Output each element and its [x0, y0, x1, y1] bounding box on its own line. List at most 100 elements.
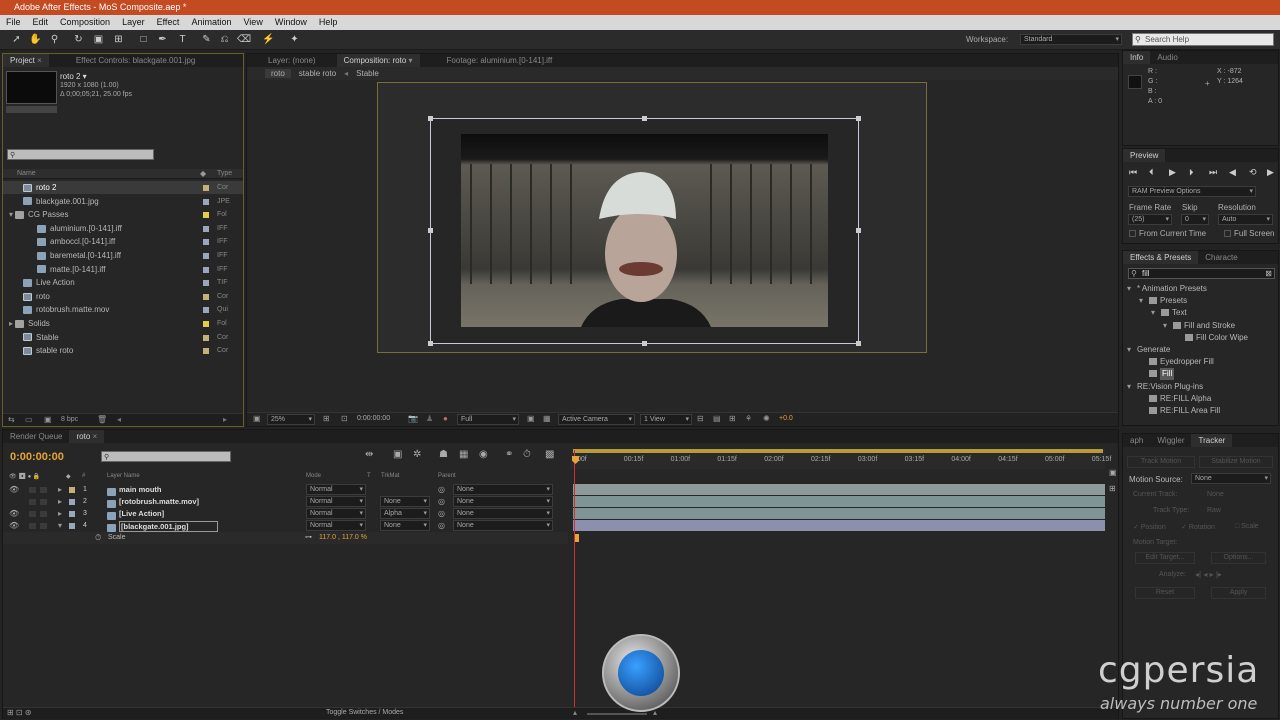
analyze-forward-icon[interactable]: ▸ [1210, 570, 1214, 579]
next-frame-icon[interactable]: ⏵ [1189, 167, 1194, 178]
stabilize-motion-button[interactable]: Stabilize Motion [1199, 456, 1273, 468]
lock-switch[interactable] [40, 523, 47, 529]
transform-handle[interactable] [428, 116, 433, 121]
twirl-icon[interactable]: ▾ [58, 520, 62, 532]
play-icon[interactable]: ▶ [1169, 167, 1176, 178]
camera-select[interactable]: Active Camera [558, 414, 635, 425]
layer-switches-icon[interactable]: ⊞ ⊡ ⊛ [7, 708, 32, 717]
label-tag-icon[interactable]: ◆ [200, 169, 206, 178]
rotation-tool-icon[interactable]: ↻ [72, 33, 85, 46]
puppet-tool-icon[interactable]: ✦ [288, 33, 301, 46]
layer-label-color[interactable] [69, 511, 75, 517]
project-search-input[interactable]: ⚲ [7, 149, 154, 160]
audio-icon[interactable]: ◀ [1229, 167, 1236, 178]
constrain-proportions-icon[interactable]: ⊶ [305, 533, 312, 541]
ram-preview-options[interactable]: RAM Preview Options [1128, 186, 1256, 197]
search-help-input[interactable]: ⚲ Search Help [1132, 33, 1274, 46]
position-checkbox[interactable]: ✓ Position [1133, 523, 1166, 531]
scroll-left-icon[interactable]: ◂ [117, 415, 121, 424]
menu-help[interactable]: Help [313, 15, 344, 30]
project-item[interactable]: matte.[0-141].iff IFF [3, 263, 243, 276]
analyze-forward-one-icon[interactable]: |▸ [1216, 570, 1222, 579]
layer-name[interactable]: [rotobrush.matte.mov] [119, 496, 199, 508]
column-name[interactable]: Name [17, 170, 36, 177]
project-item[interactable]: amboccl.[0-141].iff IFF [3, 235, 243, 248]
project-item[interactable]: baremetal.[0-141].iff IFF [3, 249, 243, 262]
tab-character[interactable]: Characte [1198, 251, 1244, 264]
tab-composition[interactable]: Composition: roto ▾ [336, 54, 420, 67]
project-item[interactable]: Stable Cor [3, 331, 243, 344]
transform-handle[interactable] [428, 341, 433, 346]
layer-label-color[interactable] [69, 523, 75, 529]
menu-layer[interactable]: Layer [116, 15, 151, 30]
pick-whip-icon[interactable]: ◎ [438, 508, 445, 520]
solo-switch[interactable] [29, 511, 36, 517]
live-update-icon[interactable]: ▣ [393, 449, 402, 460]
breadcrumb-stable[interactable]: Stable [356, 69, 379, 78]
effects-tree-item[interactable]: RE:FILL Area Fill [1123, 405, 1268, 417]
menu-animation[interactable]: Animation [185, 15, 237, 30]
layer-duration-bar[interactable] [573, 508, 1105, 519]
twirl-icon[interactable]: ▾ [1127, 381, 1131, 393]
property-row-scale[interactable]: ⏱ Scale ⊶ 117.0 , 117.0 % [3, 532, 568, 544]
twirl-icon[interactable]: ▸ [9, 317, 13, 330]
zoom-tool-icon[interactable]: ⚲ [48, 33, 61, 46]
transform-handle[interactable] [856, 228, 861, 233]
previous-frame-icon[interactable]: ⏴ [1149, 167, 1154, 178]
blend-mode-select[interactable]: Normal [306, 484, 366, 495]
pick-whip-icon[interactable]: ◎ [438, 520, 445, 532]
motion-blur-icon[interactable]: ◉ [479, 449, 488, 460]
menu-view[interactable]: View [237, 15, 268, 30]
layer-duration-bar[interactable] [573, 496, 1105, 507]
project-item[interactable]: ▾ CG Passes Fol [3, 208, 243, 221]
analyze-backward-icon[interactable]: ◂ [1203, 570, 1207, 579]
mask-visibility-icon[interactable]: ⊡ [341, 414, 348, 423]
layer-label-color[interactable] [69, 487, 75, 493]
effects-tree-item[interactable]: ▾ Presets [1123, 295, 1268, 307]
reset-button[interactable]: Reset [1135, 587, 1195, 599]
twirl-icon[interactable]: ▸ [58, 508, 62, 520]
scroll-right-icon[interactable]: ▸ [223, 415, 227, 424]
twirl-icon[interactable]: ▸ [58, 484, 62, 496]
apply-button[interactable]: Apply [1211, 587, 1266, 599]
scale-checkbox[interactable]: □ Scale [1235, 523, 1259, 530]
column-t[interactable]: T [367, 473, 371, 479]
visibility-eye-icon[interactable]: 👁 [9, 520, 19, 532]
label-column-icon[interactable]: ◆ [66, 473, 71, 480]
brainstorm-icon[interactable]: ⏱ [523, 449, 531, 460]
label-color[interactable] [203, 348, 209, 355]
frame-rate-select[interactable]: (25) [1128, 214, 1172, 225]
trkmat-select[interactable]: None [380, 520, 430, 531]
label-color[interactable] [203, 253, 209, 259]
track-motion-button[interactable]: Track Motion [1127, 456, 1195, 468]
label-color[interactable] [203, 198, 209, 205]
track-type-value[interactable]: Raw [1207, 507, 1221, 514]
tab-info[interactable]: Info [1123, 51, 1151, 64]
project-item[interactable]: rotobrush.matte.mov Qui [3, 303, 243, 316]
solo-switch[interactable] [29, 487, 36, 493]
tab-layer[interactable]: Layer: (none) [261, 54, 323, 67]
current-track-value[interactable]: None [1207, 491, 1224, 498]
menu-file[interactable]: File [0, 15, 27, 30]
tab-footage[interactable]: Footage: aluminium.[0-141].iff [440, 54, 560, 67]
zoom-slider[interactable] [587, 713, 647, 715]
from-current-checkbox[interactable] [1129, 230, 1136, 237]
selection-tool-icon[interactable]: ➚ [10, 33, 23, 46]
layer-row[interactable]: 👁 ▸ 3 [Live Action] Normal Alpha ◎ None [3, 508, 568, 520]
tab-wiggler[interactable]: Wiggler [1150, 434, 1191, 447]
effects-tree-item[interactable]: ▾ * Animation Presets [1123, 283, 1268, 295]
effects-tree-item[interactable]: ▾ RE:Vision Plug-ins [1123, 381, 1268, 393]
transform-handle[interactable] [428, 228, 433, 233]
first-frame-icon[interactable]: ⏮ [1129, 167, 1137, 178]
flowchart-icon[interactable]: ⚘ [745, 414, 752, 423]
skip-select[interactable]: 0 [1181, 214, 1209, 225]
layer-name[interactable]: [Live Action] [119, 508, 164, 520]
lock-switch[interactable] [40, 487, 47, 493]
exposure-value[interactable]: +0.0 [779, 415, 793, 422]
draft-3d-icon[interactable]: ✲ [413, 449, 421, 460]
label-color[interactable] [203, 293, 209, 300]
rectangle-tool-icon[interactable]: □ [137, 33, 150, 46]
label-color[interactable] [203, 225, 209, 232]
brush-tool-icon[interactable]: ✎ [200, 33, 213, 46]
tab-tracker[interactable]: Tracker [1191, 434, 1233, 447]
